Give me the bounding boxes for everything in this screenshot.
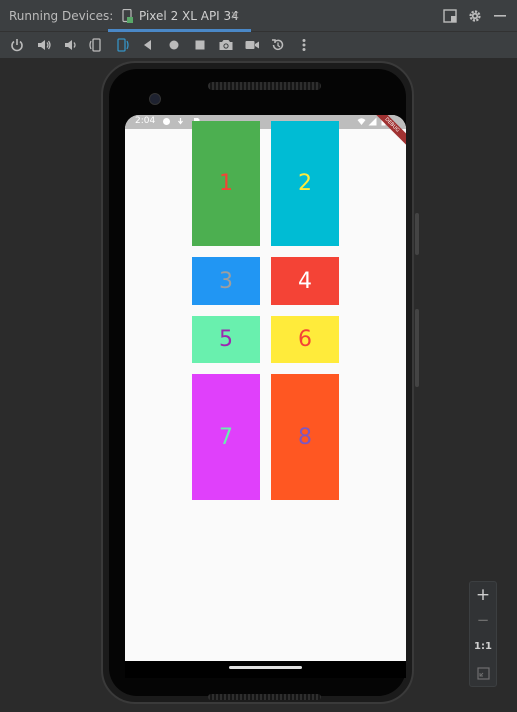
power-icon[interactable] <box>9 37 25 53</box>
download-icon <box>178 118 183 125</box>
box-label: 2 <box>298 171 312 196</box>
device-tab[interactable]: Pixel 2 XL API 34 × <box>108 0 251 32</box>
home-gesture-handle[interactable] <box>229 666 302 669</box>
top-speaker <box>208 82 321 90</box>
signal-icon <box>368 117 377 126</box>
status-time: 2:04 <box>135 116 156 126</box>
box-label: 7 <box>219 424 233 450</box>
running-devices-title: Running Devices: <box>9 9 114 23</box>
rotate-right-icon[interactable] <box>114 37 130 53</box>
rotate-left-icon[interactable] <box>88 37 104 53</box>
gear-icon[interactable] <box>467 8 483 24</box>
screenshot-icon[interactable] <box>218 37 234 53</box>
notification-icon <box>163 118 170 125</box>
power-side-button <box>415 309 419 387</box>
box-6: 6 <box>271 316 339 363</box>
zoom-out-button[interactable]: − <box>470 611 496 629</box>
device-icon <box>122 9 133 23</box>
emulator-panel: 2:04 DEBUG 1 2 3 4 5 6 7 8 + − 1:1 <box>0 59 517 712</box>
bottom-speaker <box>208 694 321 700</box>
box-4: 4 <box>271 257 339 305</box>
zoom-in-button[interactable]: + <box>470 585 496 605</box>
phone-body: 2:04 DEBUG 1 2 3 4 5 6 7 8 <box>109 69 406 700</box>
box-label: 1 <box>219 171 233 196</box>
snapshot-icon[interactable] <box>270 37 286 53</box>
box-label: 8 <box>298 424 312 450</box>
volume-up-icon[interactable] <box>36 37 52 53</box>
device-tab-label: Pixel 2 XL API 34 <box>139 9 239 23</box>
fit-screen-icon[interactable] <box>477 667 490 680</box>
front-camera <box>149 93 161 105</box>
box-label: 3 <box>219 268 233 294</box>
box-label: 6 <box>298 327 312 352</box>
box-8: 8 <box>271 374 339 500</box>
box-label: 4 <box>298 268 312 294</box>
more-icon[interactable] <box>296 37 312 53</box>
zoom-controls: + − 1:1 <box>469 581 497 687</box>
device-toolbar <box>0 32 517 59</box>
screen-record-icon[interactable] <box>244 37 260 53</box>
box-2: 2 <box>271 121 339 246</box>
box-5: 5 <box>192 316 260 363</box>
wifi-icon <box>357 118 366 125</box>
box-label: 5 <box>219 327 233 352</box>
back-icon[interactable] <box>140 37 156 53</box>
layout-icon[interactable] <box>442 8 458 24</box>
actual-size-button[interactable]: 1:1 <box>470 641 496 652</box>
volume-down-icon[interactable] <box>62 37 78 53</box>
running-devices-header: Running Devices: Pixel 2 XL API 34 × <box>0 0 517 32</box>
gesture-nav-bar <box>125 661 406 678</box>
overview-icon[interactable] <box>192 37 208 53</box>
close-tab-icon[interactable]: × <box>230 8 240 22</box>
box-1: 1 <box>192 121 260 246</box>
volume-button <box>415 213 419 255</box>
home-icon[interactable] <box>166 37 182 53</box>
box-7: 7 <box>192 374 260 500</box>
minimize-icon[interactable] <box>492 8 508 24</box>
box-3: 3 <box>192 257 260 305</box>
phone-frame: 2:04 DEBUG 1 2 3 4 5 6 7 8 <box>101 61 419 704</box>
status-bar: 2:04 DEBUG <box>125 115 406 150</box>
device-screen[interactable]: 2:04 DEBUG 1 2 3 4 5 6 7 8 <box>125 115 406 661</box>
